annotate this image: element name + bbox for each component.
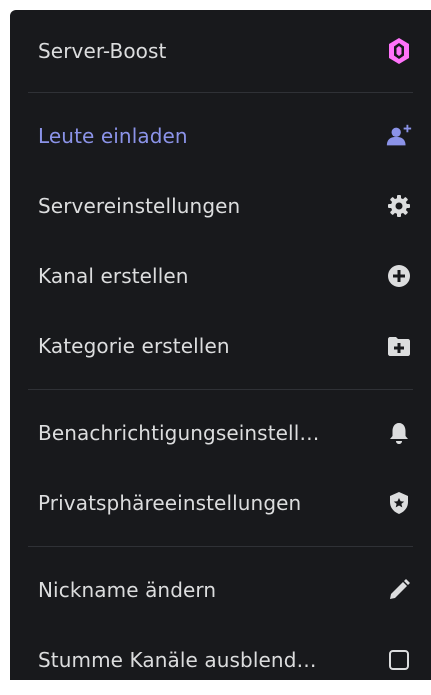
add-user-icon bbox=[385, 122, 413, 150]
menu-divider bbox=[28, 389, 413, 390]
change-nickname-label: Nickname ändern bbox=[38, 578, 217, 602]
pencil-icon bbox=[385, 576, 413, 604]
create-category-item[interactable]: Kategorie erstellen bbox=[10, 311, 431, 381]
privacy-settings-item[interactable]: Privatsphäreeinstellungen bbox=[10, 468, 431, 538]
menu-divider bbox=[28, 92, 413, 93]
create-channel-item[interactable]: Kanal erstellen bbox=[10, 241, 431, 311]
server-settings-label: Servereinstellungen bbox=[38, 194, 241, 218]
server-boost-item[interactable]: Server-Boost bbox=[10, 18, 431, 84]
create-category-label: Kategorie erstellen bbox=[38, 334, 230, 358]
notification-settings-label: Benachrichtigungseinstell… bbox=[38, 421, 320, 445]
privacy-settings-label: Privatsphäreeinstellungen bbox=[38, 491, 302, 515]
server-context-menu: Server-Boost Leute einladen Servereinste… bbox=[10, 10, 431, 680]
hide-muted-channels-item[interactable]: Stumme Kanäle ausblend… bbox=[10, 625, 431, 695]
invite-people-item[interactable]: Leute einladen bbox=[10, 101, 431, 171]
folder-plus-icon bbox=[385, 332, 413, 360]
server-boost-label: Server-Boost bbox=[38, 39, 167, 63]
change-nickname-item[interactable]: Nickname ändern bbox=[10, 555, 431, 625]
plus-circle-icon bbox=[385, 262, 413, 290]
menu-divider bbox=[28, 546, 413, 547]
server-settings-item[interactable]: Servereinstellungen bbox=[10, 171, 431, 241]
invite-people-label: Leute einladen bbox=[38, 124, 188, 148]
boost-gem-icon bbox=[385, 37, 413, 65]
hide-muted-channels-label: Stumme Kanäle ausblend… bbox=[38, 648, 317, 672]
gear-icon bbox=[385, 192, 413, 220]
checkbox-icon[interactable] bbox=[385, 646, 413, 674]
create-channel-label: Kanal erstellen bbox=[38, 264, 189, 288]
notification-settings-item[interactable]: Benachrichtigungseinstell… bbox=[10, 398, 431, 468]
bell-icon bbox=[385, 419, 413, 447]
shield-icon bbox=[385, 489, 413, 517]
